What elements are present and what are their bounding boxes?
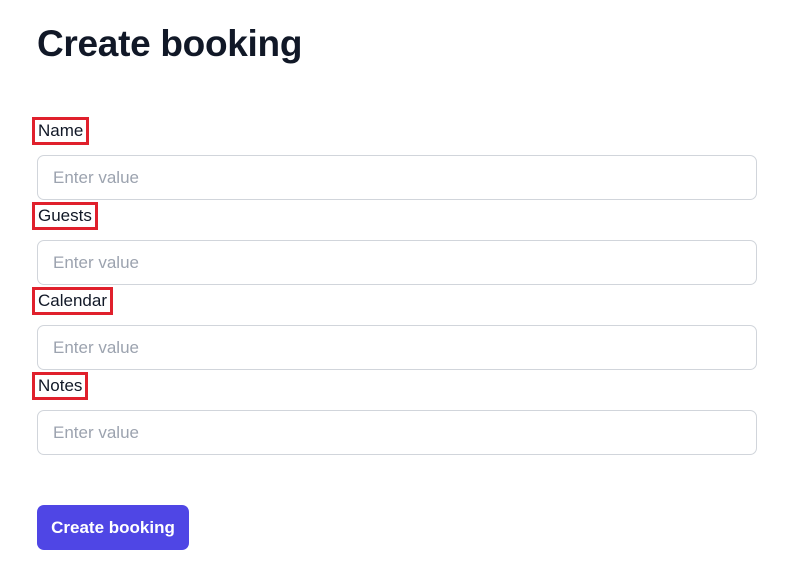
calendar-input[interactable] [37,325,757,370]
name-input[interactable] [37,155,757,200]
guests-label: Guests [32,202,98,230]
create-booking-page: Create booking Name Guests Calendar Note… [0,0,808,574]
name-label: Name [32,117,90,145]
notes-label: Notes [32,372,89,400]
create-booking-button[interactable]: Create booking [37,505,189,550]
calendar-label: Calendar [32,287,113,315]
page-title: Create booking [37,23,303,64]
guests-input[interactable] [37,240,757,285]
notes-input[interactable] [37,410,757,455]
